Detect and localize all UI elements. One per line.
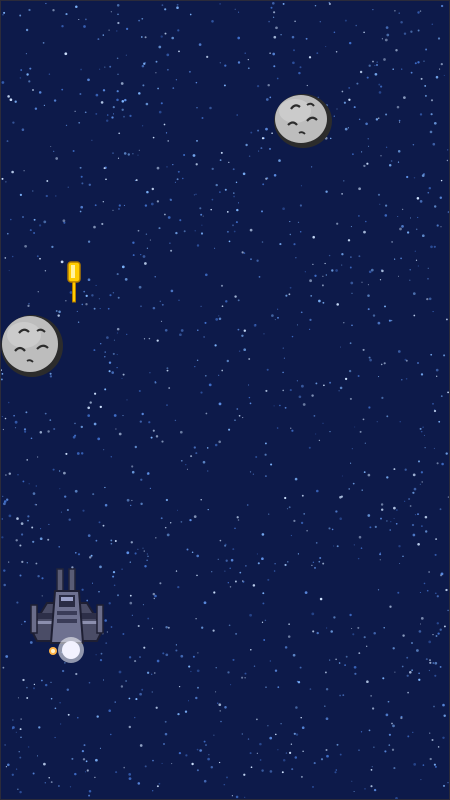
- laser-bullet-icon: [67, 261, 81, 303]
- game-canvas[interactable]: [0, 0, 450, 800]
- starfield-background: [1, 1, 449, 799]
- asteroid-icon: [1, 315, 63, 377]
- asteroid-icon: [274, 94, 332, 148]
- spaceship-icon[interactable]: [27, 565, 107, 669]
